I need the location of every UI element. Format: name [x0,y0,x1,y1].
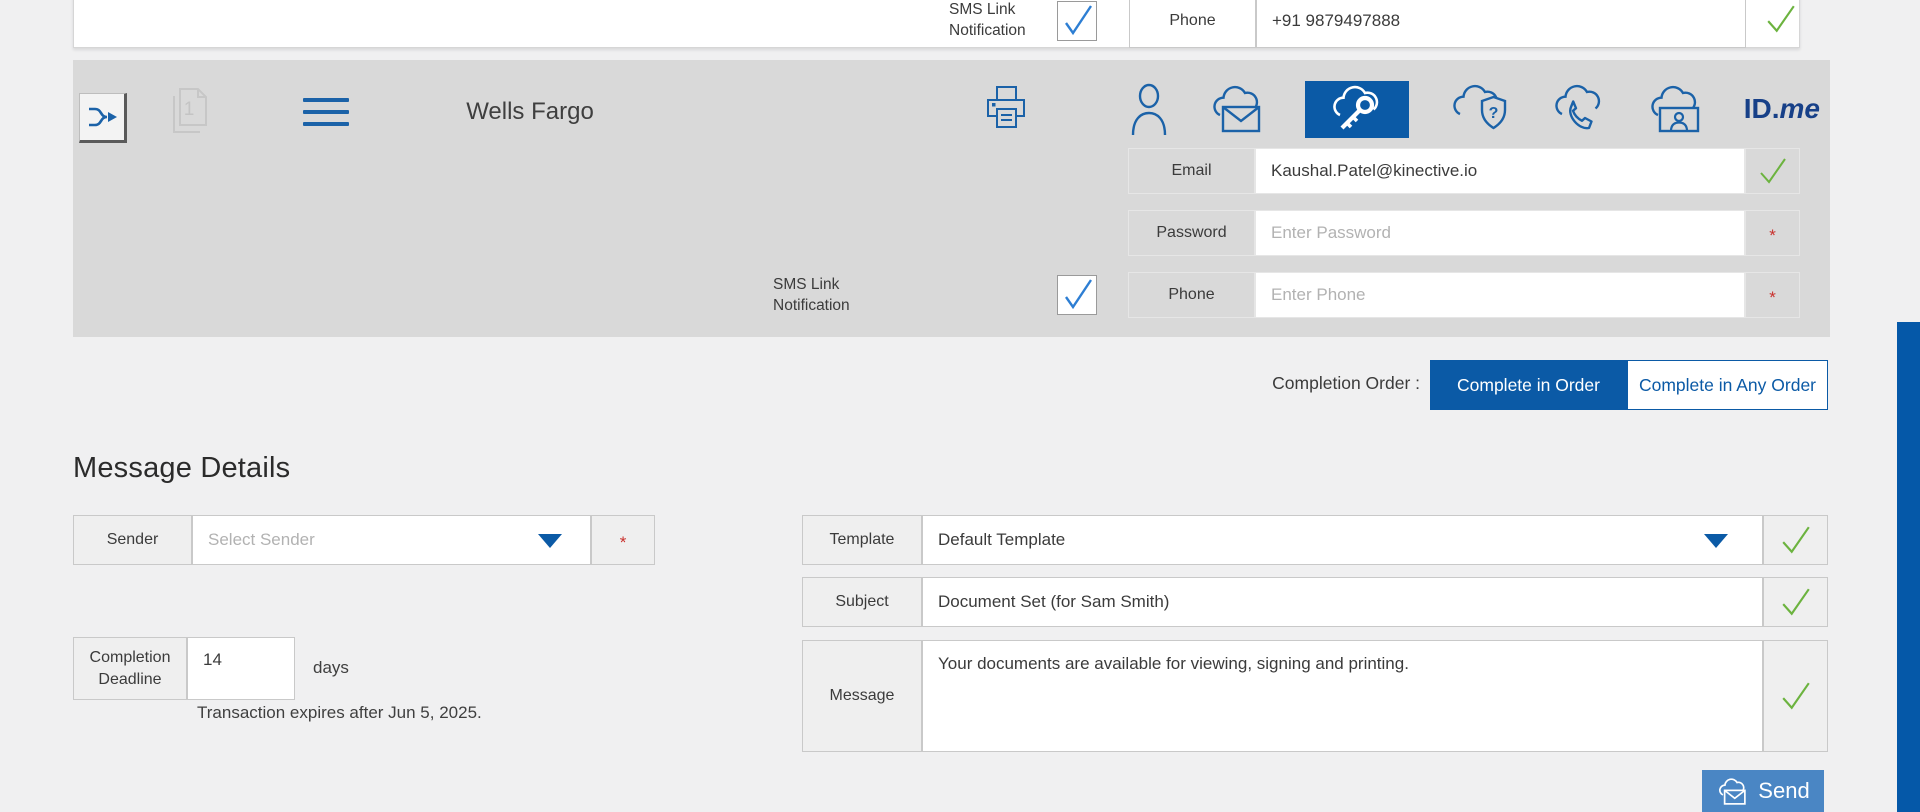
idme-logo-italic: me [1780,93,1820,125]
completion-deadline-row: Completion Deadline 14 [73,637,295,700]
sms-label-line1: SMS Link [773,274,873,295]
message-field-row: Message Your documents are available for… [802,640,1828,752]
recipient-name: Wells Fargo [380,98,680,126]
svg-text:1: 1 [184,99,195,120]
sms-link-notification-label: SMS Link Notification [949,0,1026,41]
template-selected-value: Default Template [938,530,1065,550]
phone-required-marker: * [1745,272,1800,318]
print-option-icon[interactable] [985,85,1027,131]
subject-label: Subject [802,577,922,627]
template-select[interactable]: Default Template [922,515,1763,565]
sms-notification-checkbox[interactable] [1057,1,1097,41]
document-count-icon: 1 [166,86,212,138]
sms-notification-checkbox[interactable] [1057,275,1097,315]
send-envelope-cloud-icon [1716,778,1749,805]
completion-order-label: Completion Order : [1150,373,1420,394]
message-details-heading: Message Details [73,452,290,485]
message-textarea[interactable]: Your documents are available for viewing… [922,640,1763,752]
sender-placeholder: Select Sender [208,530,315,550]
password-label: Password [1128,210,1255,256]
completion-deadline-label: Completion Deadline [73,637,187,700]
auth-method-toolbar: ? ID.me [1130,76,1820,142]
email-valid-check-icon [1745,148,1800,194]
sms-label-line2: Notification [949,20,1026,41]
expiry-note: Transaction expires after Jun 5, 2025. [197,703,482,723]
complete-in-any-order-button[interactable]: Complete in Any Order [1627,360,1828,410]
chevron-down-icon [1704,534,1728,548]
send-button-label: Send [1758,778,1809,804]
sender-field-row: Sender Select Sender * [73,515,655,565]
send-button[interactable]: Send [1702,770,1824,812]
email-cloud-icon[interactable] [1209,85,1265,133]
template-field-row: Template Default Template [802,515,1828,565]
id-card-cloud-icon[interactable] [1647,85,1703,133]
chevron-down-icon [538,534,562,548]
phone-input[interactable]: Enter Phone [1255,272,1745,318]
deadline-label-line1: Completion [90,647,171,669]
idme-logo[interactable]: ID.me [1744,93,1820,125]
idme-logo-bold: ID. [1744,93,1780,125]
checkmark-icon [1060,4,1094,38]
person-icon[interactable] [1130,83,1168,135]
subject-field-row: Subject Document Set (for Sam Smith) [802,577,1828,627]
sms-label-line1: SMS Link [949,0,1026,20]
complete-in-order-button[interactable]: Complete in Order [1430,360,1627,410]
message-label: Message [802,640,922,752]
email-label: Email [1128,148,1255,194]
subject-input[interactable]: Document Set (for Sam Smith) [922,577,1763,627]
collapse-recipient-button[interactable] [79,93,127,143]
sms-label-line2: Notification [773,295,873,316]
email-input[interactable]: Kaushal.Patel@kinective.io [1255,148,1745,194]
valid-check-icon [1765,3,1797,35]
email-field-row: Email Kaushal.Patel@kinective.io [1128,148,1800,194]
reorder-handle-icon[interactable] [303,98,349,134]
template-label: Template [802,515,922,565]
question-shield-cloud-icon[interactable]: ? [1450,84,1510,134]
key-cloud-icon[interactable] [1305,81,1409,138]
subject-valid-check-icon [1763,577,1828,627]
sender-select[interactable]: Select Sender [192,515,591,565]
phone-field-row: Phone +91 9879497888 [1129,0,1746,48]
password-field-row: Password Enter Password * [1128,210,1800,256]
password-required-marker: * [1745,210,1800,256]
right-edge-accent-bar [1897,322,1920,812]
merge-arrow-icon [86,104,118,130]
svg-text:?: ? [1488,105,1498,122]
template-valid-check-icon [1763,515,1828,565]
phone-label: Phone [1129,0,1256,48]
deadline-label-line2: Deadline [98,669,161,691]
deadline-unit-label: days [313,658,349,678]
phone-label: Phone [1128,272,1255,318]
previous-recipient-row: SMS Link Notification Phone +91 98794978… [73,0,1800,48]
password-input[interactable]: Enter Password [1255,210,1745,256]
deadline-days-input[interactable]: 14 [187,637,295,700]
message-valid-check-icon [1763,640,1828,752]
recipient-card: 1 Wells Fargo [73,60,1830,337]
phone-cloud-icon[interactable] [1551,84,1607,134]
phone-field-row: Phone Enter Phone * [1128,272,1800,318]
send-documents-page: SMS Link Notification Phone +91 98794978… [0,0,1920,812]
sender-label: Sender [73,515,192,565]
sms-link-notification-label: SMS Link Notification [773,274,873,316]
phone-input[interactable]: +91 9879497888 [1256,0,1746,48]
checkmark-icon [1060,278,1094,312]
sender-required-marker: * [591,515,655,565]
